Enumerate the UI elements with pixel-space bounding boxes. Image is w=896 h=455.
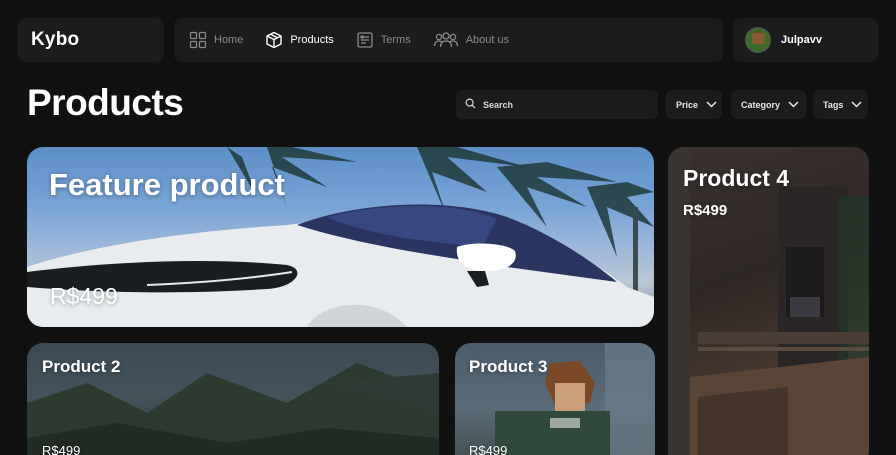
nav-item-products[interactable]: Products xyxy=(265,31,334,49)
price-filter-label: Price xyxy=(676,99,699,110)
product-card-2[interactable]: Product 2 R$499 xyxy=(27,343,439,455)
nav-label-products: Products xyxy=(290,34,334,46)
nav-item-terms[interactable]: Terms xyxy=(356,31,411,49)
search-box[interactable] xyxy=(456,90,658,119)
search-icon xyxy=(465,98,476,111)
document-icon xyxy=(356,31,374,49)
category-filter-label: Category xyxy=(741,99,781,110)
page-title: Products xyxy=(27,82,184,123)
product-card-featured[interactable]: Feature product R$499 xyxy=(27,147,654,327)
grid-icon xyxy=(189,31,207,49)
user-menu[interactable]: Julpavv xyxy=(733,18,878,62)
featured-product-name: Feature product xyxy=(49,167,285,202)
product-2-name: Product 2 xyxy=(42,357,121,376)
tags-filter-label: Tags xyxy=(823,99,844,110)
product-card-3[interactable]: Product 3 R$499 xyxy=(455,343,655,455)
nav-item-home[interactable]: Home xyxy=(189,31,243,49)
nav-item-about[interactable]: About us xyxy=(433,31,509,49)
search-input[interactable] xyxy=(483,99,643,110)
tags-filter-dropdown[interactable]: Tags xyxy=(813,90,868,119)
product-2-price: R$499 xyxy=(42,443,81,455)
category-filter-dropdown[interactable]: Category xyxy=(731,90,806,119)
product-3-price: R$499 xyxy=(469,443,508,455)
product-4-name: Product 4 xyxy=(683,165,790,191)
people-icon xyxy=(433,31,459,49)
price-filter-dropdown[interactable]: Price xyxy=(666,90,722,119)
chevron-down-icon xyxy=(851,100,862,110)
product-card-4[interactable]: Product 4 R$499 xyxy=(668,147,869,455)
chevron-down-icon xyxy=(706,100,717,110)
featured-product-price: R$499 xyxy=(50,283,118,309)
brand-logo[interactable]: Kybo xyxy=(31,29,79,51)
box-icon xyxy=(265,31,283,49)
username: Julpavv xyxy=(781,34,822,46)
nav-label-about: About us xyxy=(465,34,510,46)
main-nav: Home Products Terms About us xyxy=(174,18,723,62)
product-3-name: Product 3 xyxy=(469,357,548,376)
product-4-image xyxy=(668,147,869,455)
logo-box[interactable]: Kybo xyxy=(18,18,164,62)
nav-label-home: Home xyxy=(214,34,244,46)
chevron-down-icon xyxy=(788,100,799,110)
avatar xyxy=(745,27,771,53)
product-4-price: R$499 xyxy=(683,202,728,219)
nav-label-terms: Terms xyxy=(380,34,411,46)
